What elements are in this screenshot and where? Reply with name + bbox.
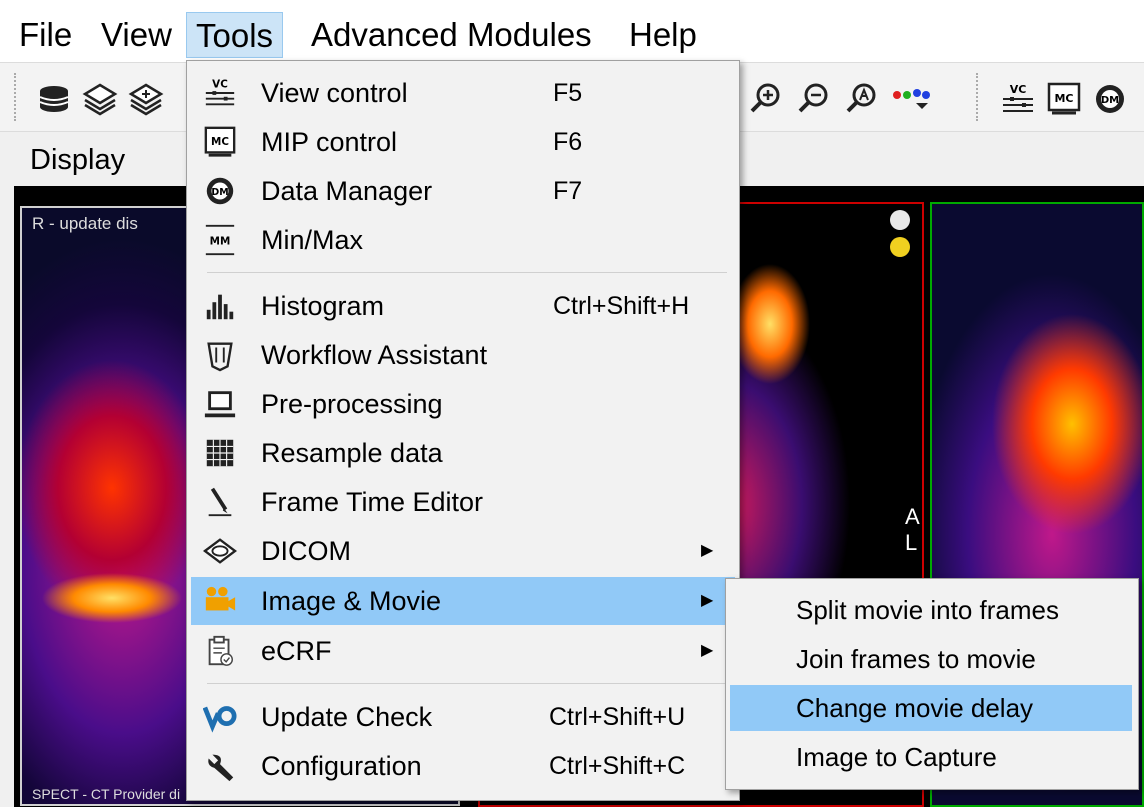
color-dots-dropdown-icon[interactable] — [890, 81, 936, 117]
menu-item-label: Frame Time Editor — [261, 487, 484, 517]
display-label: Display — [30, 144, 126, 176]
layers-add-icon[interactable] — [128, 81, 164, 117]
menu-help[interactable]: Help — [620, 12, 706, 58]
menu-item-label: Pre-processing — [261, 389, 443, 419]
submenu-item-label: Join frames to movie — [796, 644, 1036, 674]
menu-separator — [207, 683, 727, 684]
zoom-in-icon[interactable] — [748, 81, 784, 117]
tools-menu: VC View control F5 MC MIP control F6 DM … — [186, 60, 740, 801]
menu-item-min-max[interactable]: MM Min/Max — [191, 216, 735, 264]
menu-item-label: Min/Max — [261, 225, 364, 255]
menu-item-shortcut: Ctrl+Shift+C — [549, 752, 686, 780]
workflow-icon — [207, 342, 233, 372]
white-dot[interactable] — [890, 210, 910, 230]
update-icon — [203, 706, 237, 733]
submenu-item-label: Image to Capture — [796, 742, 997, 772]
zoom-auto-icon[interactable] — [844, 81, 880, 117]
menu-item-view-control[interactable]: VC View control F5 — [191, 69, 735, 117]
submenu-item-change-movie-delay[interactable]: Change movie delay — [730, 685, 1132, 731]
menu-item-label: Workflow Assistant — [261, 340, 488, 370]
menu-item-ecrf[interactable]: eCRF ▶ — [191, 627, 735, 675]
svg-text:MM: MM — [210, 236, 231, 248]
grid-icon — [206, 439, 234, 467]
laptop-icon — [204, 391, 236, 418]
menu-item-label: Histogram — [261, 291, 385, 321]
svg-text:MC: MC — [1054, 92, 1073, 105]
submenu-arrow-icon: ▶ — [701, 592, 714, 609]
menu-file[interactable]: File — [10, 12, 81, 58]
mip-control-icon: MC — [204, 126, 236, 157]
yellow-dot[interactable] — [890, 237, 910, 257]
menu-item-data-manager[interactable]: DM Data Manager F7 — [191, 167, 735, 215]
menu-view[interactable]: View — [92, 12, 181, 58]
toolbar-grip[interactable] — [14, 73, 22, 121]
menu-item-label: eCRF — [261, 636, 332, 666]
svg-text:VC: VC — [212, 78, 228, 90]
clipboard-icon — [208, 635, 233, 666]
menu-advanced-modules[interactable]: Advanced Modules — [302, 12, 601, 58]
menu-item-label: Resample data — [261, 438, 443, 468]
submenu-item-image-to-capture[interactable]: Image to Capture — [730, 734, 1132, 780]
menu-item-histogram[interactable]: Histogram Ctrl+Shift+H — [191, 282, 735, 330]
menu-item-label: View control — [261, 78, 408, 108]
menu-bar: File View Tools Advanced Modules Help — [0, 0, 1144, 62]
svg-text:DM: DM — [211, 187, 228, 198]
min-max-icon: MM — [205, 224, 235, 256]
menu-item-shortcut: Ctrl+Shift+H — [553, 292, 690, 320]
status-dots — [890, 210, 910, 264]
zoom-out-icon[interactable] — [796, 81, 832, 117]
menu-item-update-check[interactable]: Update Check Ctrl+Shift+U — [191, 693, 735, 741]
menu-item-label: MIP control — [261, 127, 398, 157]
menu-item-label: Configuration — [261, 751, 422, 781]
menu-item-label: Image & Movie — [261, 586, 442, 616]
menu-item-shortcut: F5 — [553, 79, 583, 107]
wrench-icon — [208, 754, 234, 782]
layers-1-icon[interactable] — [82, 81, 118, 117]
menu-item-workflow-assistant[interactable]: Workflow Assistant — [191, 331, 735, 379]
toolbar-grip-2[interactable] — [976, 73, 984, 121]
submenu-item-label: Split movie into frames — [796, 595, 1059, 625]
menu-item-frame-time-editor[interactable]: Frame Time Editor — [191, 478, 735, 526]
menu-item-pre-processing[interactable]: Pre-processing — [191, 380, 735, 428]
menu-item-shortcut: F7 — [553, 177, 583, 205]
image-movie-submenu: Split movie into frames Join frames to m… — [725, 578, 1139, 790]
svg-text:DM: DM — [1101, 95, 1119, 106]
view-control-icon[interactable]: VC — [1000, 81, 1036, 117]
svg-text:VC: VC — [1010, 83, 1027, 96]
pen-icon — [208, 487, 232, 517]
submenu-item-label: Change movie delay — [796, 693, 1034, 723]
mip-control-icon[interactable]: MC — [1046, 81, 1082, 117]
menu-item-dicom[interactable]: DICOM ▶ — [191, 527, 735, 575]
view-control-icon: VC — [205, 78, 235, 106]
camera-icon — [205, 586, 236, 611]
menu-item-image-movie[interactable]: Image & Movie ▶ — [191, 577, 735, 625]
pane-overlay-text: R - update dis — [32, 214, 138, 233]
histogram-icon — [206, 294, 234, 320]
menu-item-label: DICOM — [261, 536, 351, 566]
dicom-icon — [203, 538, 237, 564]
menu-item-resample-data[interactable]: Resample data — [191, 429, 735, 477]
submenu-item-split-movie[interactable]: Split movie into frames — [730, 587, 1132, 633]
svg-text:MC: MC — [211, 136, 229, 148]
menu-item-shortcut: Ctrl+Shift+U — [549, 703, 686, 731]
submenu-arrow-icon: ▶ — [701, 642, 714, 659]
data-manager-icon[interactable]: DM — [1092, 81, 1128, 117]
menu-separator — [207, 272, 727, 273]
menu-item-mip-control[interactable]: MC MIP control F6 — [191, 118, 735, 166]
submenu-item-join-frames[interactable]: Join frames to movie — [730, 636, 1132, 682]
data-manager-icon: DM — [206, 177, 234, 205]
pane-bottom-text: SPECT - CT Provider di — [32, 786, 181, 802]
menu-item-label: Data Manager — [261, 176, 433, 206]
menu-item-configuration[interactable]: Configuration Ctrl+Shift+C — [191, 742, 735, 790]
menu-tools[interactable]: Tools — [186, 12, 284, 58]
submenu-arrow-icon: ▶ — [701, 542, 714, 559]
database-icon[interactable] — [36, 81, 72, 117]
menu-item-shortcut: F6 — [553, 128, 583, 156]
orientation-label: A L — [905, 504, 925, 555]
menu-item-label: Update Check — [261, 702, 433, 732]
